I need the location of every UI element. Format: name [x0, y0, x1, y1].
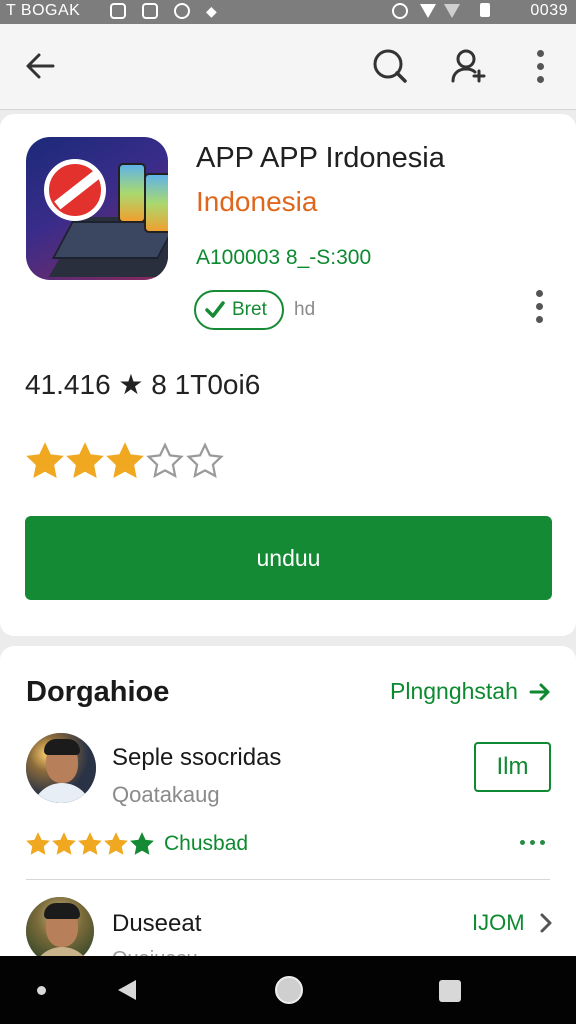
star-icon [186, 442, 224, 478]
reviewer-name: Duseeat [112, 910, 202, 937]
review-rating: Chusbad [26, 832, 248, 856]
top-app-bar [0, 24, 576, 110]
see-all-label: Plngnghstah [390, 678, 518, 704]
star-icon [26, 832, 50, 855]
sync-icon [174, 3, 190, 19]
arrow-right-icon [529, 683, 550, 700]
account-button[interactable] [446, 44, 490, 88]
notification-icon [110, 3, 126, 19]
status-bar: T BOGAK ◆ 0039 [0, 0, 576, 24]
star-icon [78, 832, 102, 855]
nav-home-icon[interactable] [275, 976, 303, 1004]
avatar-hair [44, 739, 80, 755]
gallery-icon [142, 3, 158, 19]
star-icon [66, 442, 104, 478]
reviews-section-title: Dorgahioe [26, 676, 170, 708]
app-icon-phone [118, 163, 146, 223]
review-link-label: IJOM [472, 910, 525, 935]
nav-dot-icon [37, 986, 46, 995]
install-button[interactable]: unduu [25, 516, 552, 600]
app-icon-phone [144, 173, 168, 233]
dot-icon: ◆ [206, 3, 217, 19]
search-button[interactable] [368, 44, 412, 88]
review-more-icon[interactable] [520, 840, 545, 845]
app-title: APP APP Irdonesia [196, 142, 445, 174]
avatar-hair [44, 903, 80, 919]
star-icon [104, 832, 128, 855]
review-divider [26, 879, 550, 880]
star-icon [52, 832, 76, 855]
review-stars [26, 832, 156, 856]
nav-recents-icon[interactable] [439, 980, 461, 1002]
see-all-link[interactable]: Plngnghstah [390, 678, 552, 705]
review-rating-label: Chusbad [164, 832, 249, 855]
back-arrow-icon [26, 53, 55, 79]
app-meta: А100003 8_-S:300 [196, 246, 372, 269]
star-icon [106, 442, 144, 478]
developer-link[interactable]: Indonesia [196, 186, 317, 218]
overflow-menu-button[interactable] [519, 44, 563, 88]
star-icon [146, 442, 184, 478]
chevron-right-icon [540, 913, 552, 933]
account-add-icon [451, 49, 486, 83]
more-vert-icon [537, 49, 545, 89]
star-icon [130, 832, 154, 855]
back-button[interactable] [18, 44, 62, 88]
status-left-text: T BOGAK [6, 2, 81, 19]
app-stats: 41.416 ★ 8 1T0oi6 [25, 369, 261, 400]
reviewer-subtitle: Qoatakaug [112, 782, 220, 807]
reviewer-avatar[interactable] [26, 733, 96, 803]
review-link[interactable]: IJOM [472, 910, 553, 936]
check-icon [205, 301, 225, 318]
nav-back-button[interactable] [116, 978, 138, 1007]
badge-side-text: hd [294, 299, 316, 320]
wifi-icon [420, 4, 436, 18]
app-icon[interactable] [26, 137, 168, 280]
reviewer-name: Seple ssocridas [112, 744, 282, 771]
alarm-icon [392, 3, 408, 19]
badge-label: Bret [232, 299, 267, 320]
verified-badge[interactable]: Bret [194, 290, 284, 330]
search-icon [373, 49, 407, 83]
system-nav-bar [0, 956, 576, 1024]
reviewer-avatar[interactable] [26, 897, 94, 965]
battery-icon [480, 3, 490, 17]
review-action-button[interactable]: Ilm [474, 742, 551, 792]
app-more-icon[interactable] [536, 290, 544, 329]
app-rating-stars [26, 442, 226, 480]
status-time: 0039 [530, 2, 568, 19]
signal-icon [444, 4, 460, 18]
star-icon [26, 442, 64, 478]
nav-back-icon [118, 980, 136, 1000]
